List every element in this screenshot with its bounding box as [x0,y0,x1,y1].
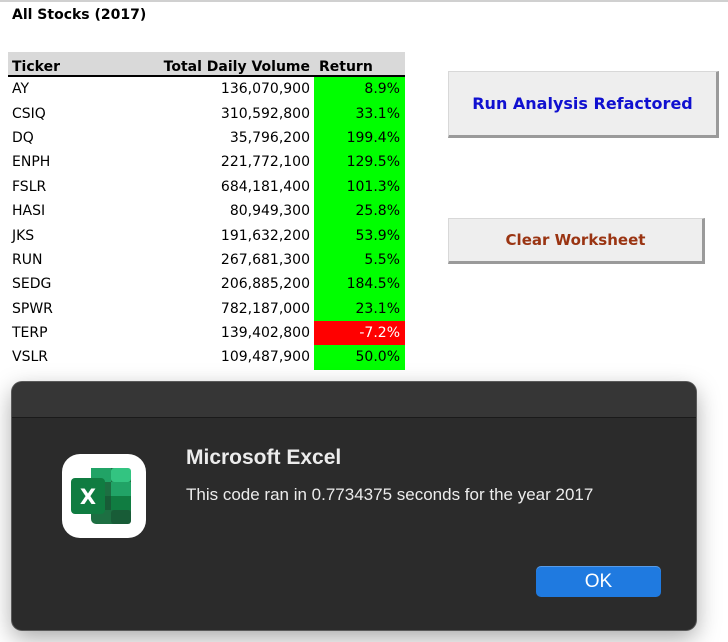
alert-dialog: X Microsoft Excel This code ran in 0.773… [12,382,696,630]
cell-return[interactable]: 129.5% [314,150,405,175]
cell-ticker[interactable]: CSIQ [8,101,92,125]
excel-logo-letter: X [80,485,96,509]
table-row: RUN 267,681,300 5.5% [8,247,405,273]
cell-ticker[interactable]: TERP [8,321,92,345]
stocks-table: Ticker Total Daily Volume Return AY 136,0… [8,52,405,370]
cell-ticker[interactable]: RUN [8,248,92,272]
cell-ticker[interactable]: DQ [8,126,92,150]
excel-app-icon: X [62,454,146,538]
cell-volume[interactable]: 136,070,900 [92,76,314,101]
cell-ticker[interactable]: ENPH [8,150,92,174]
cell-return[interactable]: 23.1% [314,296,405,321]
ok-label: OK [584,570,613,592]
cell-ticker[interactable]: HASI [8,199,92,223]
cell-return[interactable]: 8.9% [314,76,405,102]
cell-volume[interactable]: 139,402,800 [92,321,314,345]
cell-volume[interactable]: 35,796,200 [92,126,314,150]
table-row: DQ 35,796,200 199.4% [8,125,405,151]
table-row: TERP 139,402,800 -7.2% [8,320,405,346]
cell-ticker[interactable]: SEDG [8,272,92,296]
cell-return[interactable]: 53.9% [314,223,405,248]
ok-button[interactable]: OK [536,566,661,597]
cell-volume[interactable]: 109,487,900 [92,345,314,369]
excel-logo-icon: X [71,468,131,524]
cell-volume[interactable]: 782,187,000 [92,297,314,321]
top-rule [0,0,728,2]
cell-ticker[interactable]: VSLR [8,345,92,369]
cell-volume[interactable]: 267,681,300 [92,248,314,272]
header-return[interactable]: Return [314,52,405,77]
table-row: SEDG 206,885,200 184.5% [8,272,405,297]
header-ticker[interactable]: Ticker [8,52,92,77]
table-row: JKS 191,632,200 53.9% [8,223,405,248]
dialog-titlebar[interactable] [12,382,696,418]
cell-return[interactable]: 5.5% [314,247,405,273]
run-analysis-label: Run Analysis Refactored [472,94,693,113]
cell-return[interactable]: 184.5% [314,272,405,297]
cell-volume[interactable]: 191,632,200 [92,223,314,247]
cell-return[interactable]: 33.1% [314,101,405,126]
cell-return[interactable]: 199.4% [314,125,405,151]
cell-return[interactable]: -7.2% [314,320,405,346]
dialog-message: This code ran in 0.7734375 seconds for t… [186,485,594,504]
table-row: VSLR 109,487,900 50.0% [8,345,405,370]
cell-ticker[interactable]: FSLR [8,175,92,199]
cell-volume[interactable]: 684,181,400 [92,175,314,199]
table-row: FSLR 684,181,400 101.3% [8,174,405,199]
cell-return[interactable]: 50.0% [314,345,405,370]
table-row: SPWR 782,187,000 23.1% [8,296,405,321]
cell-ticker[interactable]: JKS [8,223,92,247]
header-volume[interactable]: Total Daily Volume [92,52,314,77]
cell-ticker[interactable]: SPWR [8,297,92,321]
sheet-title: All Stocks (2017) [12,7,147,23]
clear-worksheet-button[interactable]: Clear Worksheet [448,218,705,264]
table-row: CSIQ 310,592,800 33.1% [8,101,405,126]
cell-volume[interactable]: 206,885,200 [92,272,314,296]
cell-volume[interactable]: 80,949,300 [92,199,314,223]
table-body: AY 136,070,900 8.9% CSIQ 310,592,800 33.1% DQ 3… [8,76,405,370]
cell-return[interactable]: 25.8% [314,198,405,224]
clear-worksheet-label: Clear Worksheet [505,231,646,249]
run-analysis-button[interactable]: Run Analysis Refactored [448,71,719,138]
cell-ticker[interactable]: AY [8,76,92,101]
cell-volume[interactable]: 221,772,100 [92,150,314,174]
table-row: HASI 80,949,300 25.8% [8,198,405,224]
table-header-row: Ticker Total Daily Volume Return [8,52,405,77]
table-row: ENPH 221,772,100 129.5% [8,150,405,175]
cell-return[interactable]: 101.3% [314,174,405,199]
table-row: AY 136,070,900 8.9% [8,76,405,102]
dialog-title: Microsoft Excel [186,446,342,469]
cell-volume[interactable]: 310,592,800 [92,101,314,125]
